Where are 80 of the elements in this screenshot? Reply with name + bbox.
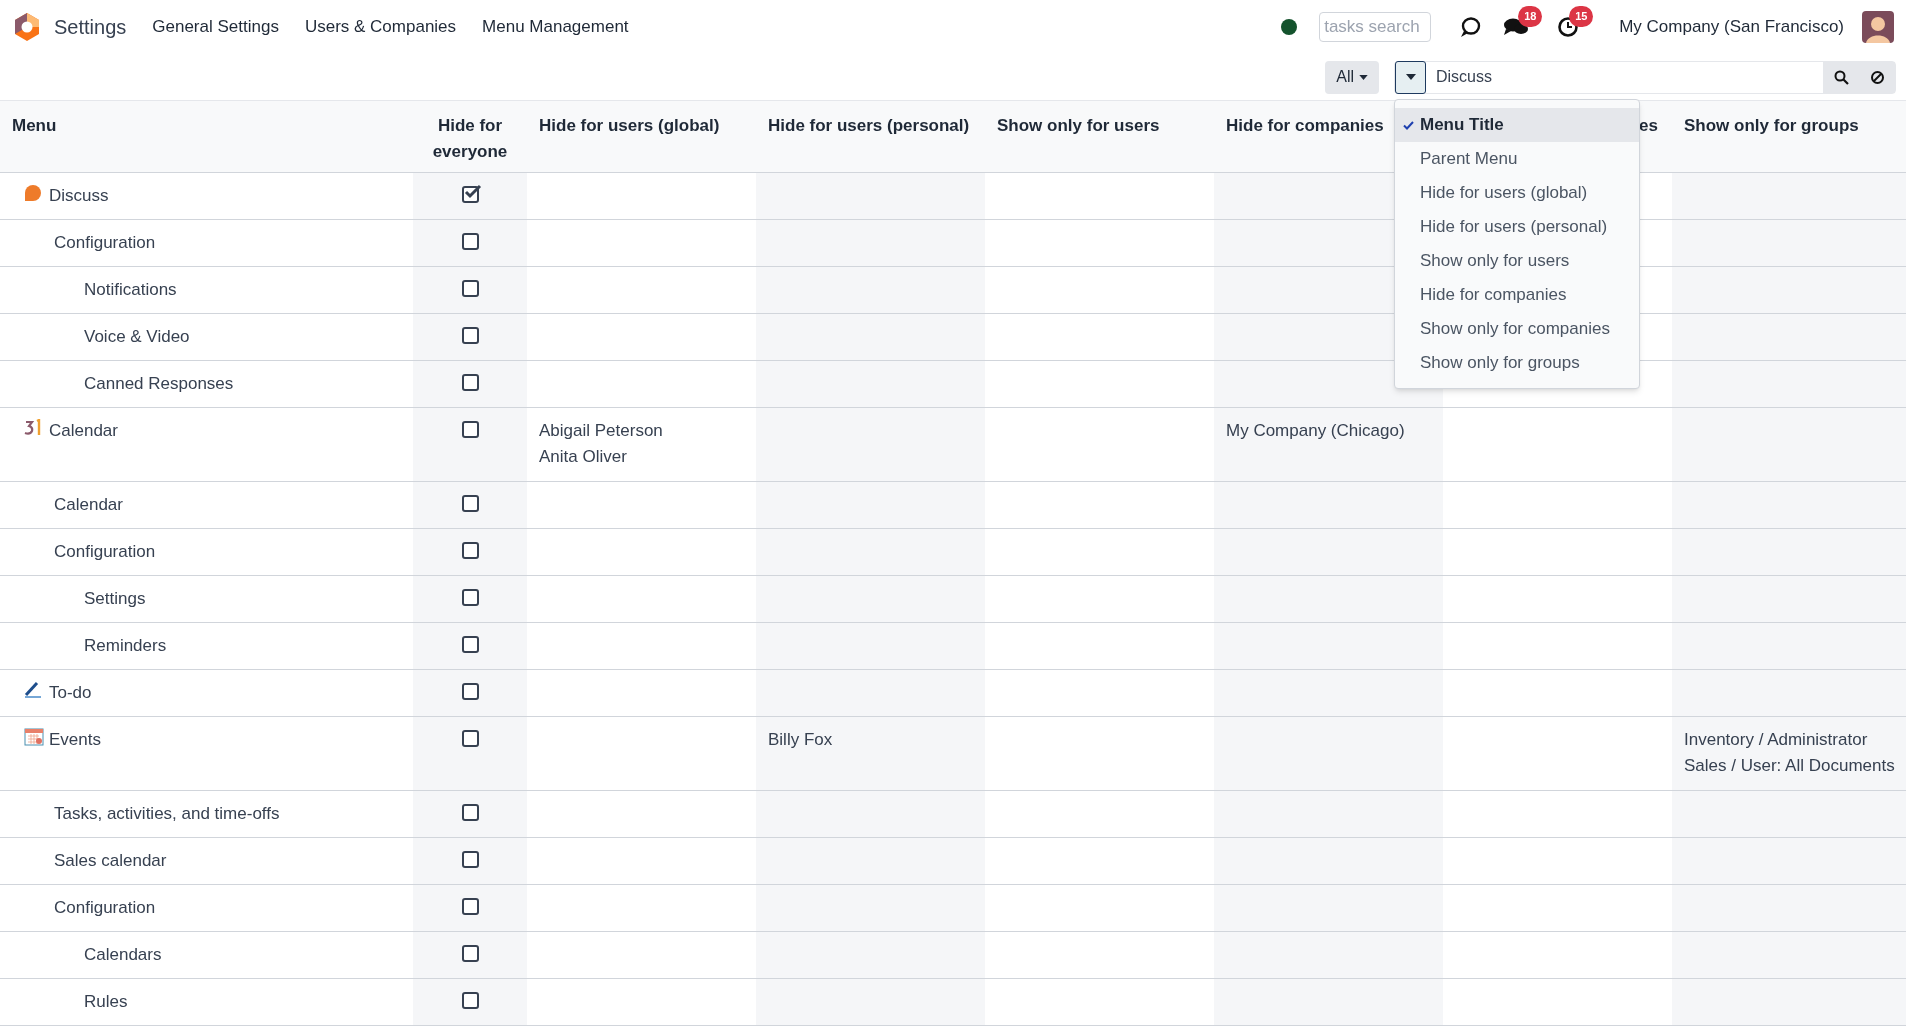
checkbox[interactable]	[461, 730, 479, 747]
column-header[interactable]: Show only for groups	[1684, 116, 1859, 135]
search-input[interactable]: Discuss	[1426, 61, 1823, 93]
search-icon	[1833, 69, 1849, 85]
column-header[interactable]: es	[1639, 116, 1658, 135]
notification-badge: 18	[1518, 6, 1543, 27]
field-menu-item[interactable]: Parent Menu	[1395, 142, 1639, 176]
menu-title[interactable]: Configuration	[54, 539, 156, 565]
nav-menu-item[interactable]: Menu Management	[482, 14, 629, 40]
notification-badge: 15	[1569, 6, 1594, 27]
checkmark-icon	[1403, 121, 1414, 130]
menu-title[interactable]: Calendar	[54, 492, 123, 518]
checkbox[interactable]	[461, 992, 479, 1009]
column-header[interactable]: Show only for users	[997, 116, 1160, 135]
menu-title[interactable]: Notifications	[84, 277, 177, 303]
checkbox[interactable]	[461, 636, 479, 653]
tag-value: Inventory / Administrator	[1684, 729, 1869, 751]
user-avatar[interactable]	[1862, 11, 1894, 43]
caret-icon	[1405, 74, 1416, 80]
menu-title[interactable]: Reminders	[84, 633, 167, 659]
speech-bubble-icon	[24, 184, 42, 201]
menu-title[interactable]: Canned Responses	[84, 371, 234, 397]
logo-icon[interactable]	[12, 12, 42, 42]
menu-title[interactable]: Voice & Video	[84, 324, 190, 350]
checkbox[interactable]	[461, 589, 479, 606]
checkbox[interactable]	[461, 804, 479, 821]
menu-title[interactable]: Discuss	[49, 183, 109, 209]
checkbox[interactable]	[461, 898, 479, 915]
pen-icon	[24, 681, 42, 698]
menu-title[interactable]: Events	[49, 727, 101, 753]
tag-value: My Company (Chicago)	[1226, 420, 1406, 442]
menu-title[interactable]: To-do	[49, 680, 92, 706]
search-button[interactable]	[1823, 61, 1859, 93]
field-menu-item[interactable]: Show only for groups	[1395, 346, 1639, 380]
field-menu-item[interactable]: Menu Title	[1395, 108, 1639, 142]
menu-title[interactable]: Settings	[84, 586, 146, 612]
field-menu-item[interactable]: Show only for users	[1395, 244, 1639, 278]
tag-value: Billy Fox	[768, 729, 834, 751]
menu-title[interactable]: Configuration	[54, 895, 156, 921]
nav-menu-item[interactable]: General Settings	[152, 14, 279, 40]
column-header[interactable]: Hide for companies	[1226, 116, 1384, 135]
calendar-date-icon	[24, 419, 42, 436]
checkbox[interactable]	[461, 280, 479, 297]
column-header[interactable]: Menu	[12, 116, 57, 135]
checkbox[interactable]	[461, 542, 479, 559]
filter-dropdown-button[interactable]: All	[1325, 60, 1379, 94]
clear-button[interactable]	[1859, 61, 1895, 93]
menu-title[interactable]: Sales calendar	[54, 848, 167, 874]
menu-title[interactable]: Rules	[84, 989, 128, 1015]
calendar-icon	[24, 728, 44, 746]
field-menu-item[interactable]: Hide for companies	[1395, 278, 1639, 312]
field-menu-item[interactable]: Show only for companies	[1395, 312, 1639, 346]
checkbox[interactable]	[461, 945, 479, 962]
tag-value: Anita Oliver	[539, 446, 628, 468]
clear-icon	[1869, 69, 1885, 85]
menu-title[interactable]: Configuration	[54, 230, 156, 256]
field-menu-item[interactable]: Hide for users (global)	[1395, 176, 1639, 210]
checkbox[interactable]	[461, 683, 479, 700]
menu-title[interactable]: Calendars	[84, 942, 162, 968]
tasks-search-field[interactable]: tasks search	[1319, 12, 1432, 42]
checkbox[interactable]	[461, 327, 479, 344]
tag-value: Abigail Peterson	[539, 420, 664, 442]
checkbox[interactable]	[461, 495, 479, 512]
field-dropdown-toggle[interactable]	[1395, 60, 1426, 94]
column-header[interactable]: Hide for users (global)	[539, 116, 720, 135]
app-name[interactable]: Settings	[54, 12, 127, 42]
checkbox[interactable]	[461, 374, 479, 391]
company-switcher[interactable]: My Company (San Francisco)	[1619, 14, 1844, 40]
tag-value: Sales / User: All Documents	[1684, 755, 1894, 777]
checkbox[interactable]	[461, 233, 479, 250]
checkbox[interactable]	[461, 421, 479, 438]
caret-icon	[1359, 74, 1368, 80]
nav-menu-item[interactable]: Users & Companies	[304, 14, 457, 40]
column-header[interactable]: Hide for everyone	[425, 113, 515, 165]
menu-title[interactable]: Tasks, activities, and time-offs	[54, 801, 280, 827]
menu-title[interactable]: Calendar	[49, 418, 118, 444]
checkbox[interactable]	[461, 851, 479, 868]
column-header[interactable]: Hide for users (personal)	[768, 116, 970, 135]
checkbox[interactable]	[461, 186, 479, 203]
field-menu-item[interactable]: Hide for users (personal)	[1395, 210, 1639, 244]
